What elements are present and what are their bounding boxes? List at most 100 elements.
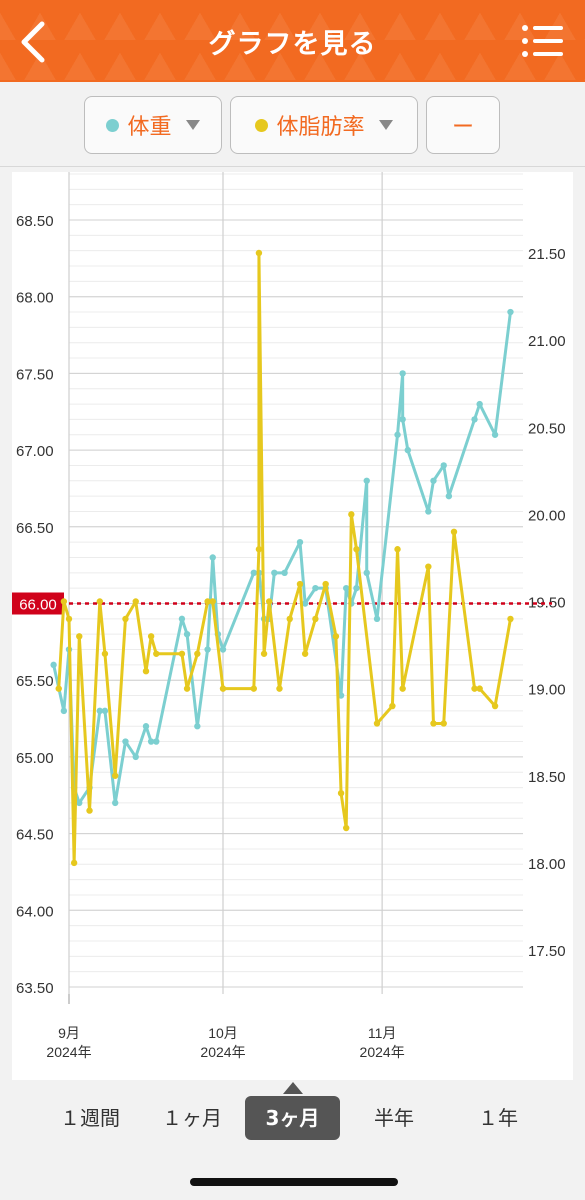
data-point-body-fat <box>373 720 381 727</box>
data-point-weight <box>425 508 432 515</box>
chart-area[interactable]: 63.50 64.00 64.50 65.00 65.50 66.50 67.00 67.50… <box>12 172 573 1080</box>
data-point-weight <box>399 416 406 423</box>
data-point-body-fat <box>55 685 62 692</box>
data-point-weight <box>312 584 319 592</box>
y-left-tick-label: 66.50 <box>16 520 54 537</box>
tab-half-year[interactable]: 半年 <box>344 1096 444 1140</box>
series-selector-bar: 体重 体脂肪率 ー <box>0 82 585 167</box>
data-point-body-fat <box>101 650 109 657</box>
data-point-body-fat <box>430 720 437 727</box>
data-point-body-fat <box>147 633 155 640</box>
y-right-tick-label: 18.00 <box>528 856 566 873</box>
target-label: 66.00 <box>19 597 57 614</box>
list-menu-icon[interactable] <box>521 24 565 58</box>
y-left-tick-label: 67.00 <box>16 443 54 460</box>
data-point-weight <box>281 569 288 577</box>
data-point-body-fat <box>194 650 201 657</box>
data-point-body-fat <box>122 615 129 623</box>
x-tick-year: 2024年 <box>46 1044 91 1060</box>
data-point-body-fat <box>491 702 499 710</box>
tab-1-year[interactable]: １年 <box>448 1096 548 1140</box>
weight-selector[interactable]: 体重 <box>84 96 222 154</box>
tab-3-months[interactable]: 3ヶ月 <box>245 1096 340 1140</box>
y-left-tick-label: 67.50 <box>16 366 54 383</box>
data-point-body-fat <box>132 598 139 605</box>
y-left-tick-label: 68.50 <box>16 213 54 230</box>
data-point-body-fat <box>65 615 73 623</box>
data-point-weight <box>183 630 191 638</box>
x-tick-year: 2024年 <box>200 1044 245 1060</box>
data-point-weight <box>373 615 381 623</box>
data-point-body-fat <box>322 580 329 588</box>
data-point-body-fat <box>266 598 273 605</box>
data-point-body-fat <box>425 563 432 570</box>
data-point-weight <box>132 753 139 761</box>
data-point-weight <box>50 661 57 669</box>
data-point-body-fat <box>255 249 263 257</box>
data-point-body-fat <box>343 824 350 832</box>
data-point-body-fat <box>60 598 68 605</box>
data-point-body-fat <box>153 650 160 657</box>
data-point-body-fat <box>399 685 406 692</box>
data-point-weight <box>399 370 406 377</box>
data-point-body-fat <box>209 598 216 605</box>
data-point-weight <box>153 738 160 745</box>
active-tab-pointer <box>283 1082 303 1094</box>
data-point-weight <box>445 492 453 500</box>
data-point-body-fat <box>450 528 458 535</box>
data-point-weight <box>476 400 483 408</box>
data-point-weight <box>363 569 370 577</box>
data-point-weight <box>101 707 109 715</box>
body-fat-selector[interactable]: 体脂肪率 <box>230 96 418 154</box>
data-point-body-fat <box>476 685 483 692</box>
data-point-weight <box>296 538 304 546</box>
x-tick-month: 9月 <box>58 1025 80 1041</box>
data-point-body-fat <box>348 511 355 518</box>
data-point-body-fat <box>440 720 447 727</box>
y-right-tick-label: 21.50 <box>528 246 566 263</box>
line-chart: 63.50 64.00 64.50 65.00 65.50 66.50 67.00 67.50… <box>12 172 566 1060</box>
y-right-tick-label: 20.00 <box>528 507 566 524</box>
data-point-body-fat <box>276 685 283 692</box>
body-fat-selector-label: 体脂肪率 <box>276 115 365 140</box>
data-point-weight <box>507 308 514 316</box>
data-point-weight <box>142 723 150 730</box>
data-point-weight <box>194 723 201 730</box>
x-tick-month: 10月 <box>208 1025 238 1041</box>
body-fat-dot-icon <box>255 118 269 132</box>
data-point-weight <box>430 477 437 484</box>
tab-1-week[interactable]: １週間 <box>40 1096 140 1140</box>
data-point-weight <box>271 569 278 577</box>
data-point-weight <box>219 646 227 653</box>
data-point-body-fat <box>76 633 83 640</box>
data-point-weight <box>404 446 411 454</box>
data-point-weight <box>209 554 216 561</box>
data-point-weight <box>363 477 370 484</box>
data-point-body-fat <box>86 807 93 814</box>
data-point-body-fat <box>96 598 104 605</box>
data-point-weight <box>471 416 478 423</box>
dropdown-arrow-icon <box>185 120 200 130</box>
data-point-weight <box>204 646 211 653</box>
third-series-selector[interactable]: ー <box>426 96 500 154</box>
header-bar: グラフを見る <box>0 0 585 82</box>
data-point-body-fat <box>337 789 345 797</box>
data-point-body-fat <box>389 702 396 710</box>
data-point-weight <box>394 431 401 438</box>
data-point-body-fat <box>183 685 191 692</box>
data-point-body-fat <box>178 650 186 657</box>
tab-1-month[interactable]: １ヶ月 <box>142 1096 242 1140</box>
y-left-tick-label: 63.50 <box>16 980 54 997</box>
data-point-body-fat <box>394 546 401 553</box>
y-left-tick-label: 65.00 <box>16 750 54 767</box>
data-point-weight <box>343 584 350 592</box>
y-right-tick-label: 21.00 <box>528 333 566 350</box>
x-tick-month: 11月 <box>368 1025 397 1041</box>
data-point-body-fat <box>255 546 263 553</box>
y-left-tick-label: 64.00 <box>16 903 54 920</box>
data-point-body-fat <box>260 650 268 657</box>
data-point-weight <box>112 799 119 807</box>
data-point-body-fat <box>142 668 150 675</box>
y-right-tick-label: 19.00 <box>528 682 566 699</box>
y-left-tick-label: 68.00 <box>16 290 54 307</box>
